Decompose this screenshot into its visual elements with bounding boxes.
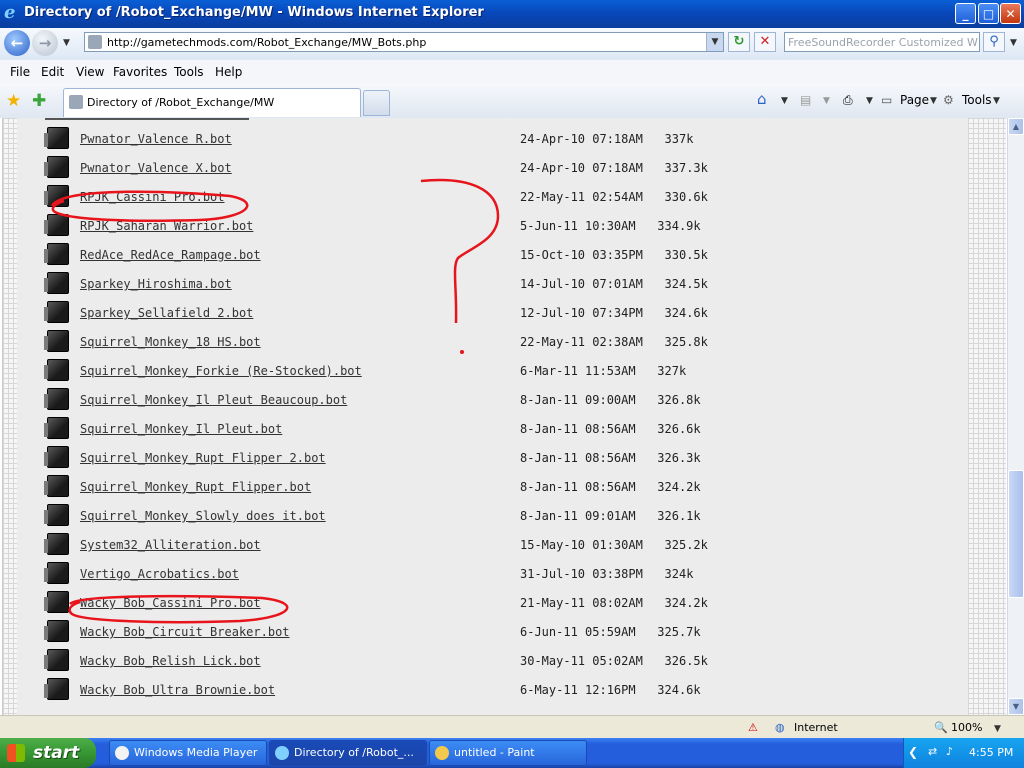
add-favorite-icon[interactable]: ✚ [32,91,46,111]
red-annotation-layer [50,178,500,624]
circle-annotation-wacky-bob [68,594,289,624]
print-dropdown-icon[interactable]: ▼ [866,96,873,106]
menu-bar: File Edit View Favorites Tools Help [0,60,1024,85]
page-icon-cmd: ▭ [881,93,893,107]
address-url: http://gametechmods.com/Robot_Exchange/M… [107,36,427,49]
gear-icon: ⚙ [943,93,954,107]
tab-bar: ★ ✚ Directory of /Robot_Exchange/MW ⌂ ▼ … [0,84,1024,119]
address-input[interactable]: http://gametechmods.com/Robot_Exchange/M… [84,32,724,52]
home-icon[interactable]: ⌂ [757,90,767,108]
zoom-icon: 🔍 [934,721,948,734]
taskbar-item-label: untitled - Paint [454,746,535,759]
window-title: Directory of /Robot_Exchange/MW - Window… [24,5,484,20]
security-icon: ⚠ [748,721,758,734]
menu-file[interactable]: File [10,65,30,79]
page-dropdown-icon[interactable]: ▼ [930,96,937,106]
tab-label: Directory of /Robot_Exchange/MW [87,96,275,109]
menu-tools[interactable]: Tools [174,65,204,79]
favorites-star-icon[interactable]: ★ [6,91,21,111]
feeds-dropdown-icon[interactable]: ▼ [823,96,830,106]
zone-label: Internet [794,721,838,734]
tools-dropdown-icon[interactable]: ▼ [993,96,1000,106]
paint-icon [435,746,449,760]
forward-button[interactable]: → [32,30,58,56]
vertical-scrollbar[interactable]: ▲ ▼ [1007,118,1024,715]
back-button[interactable]: ← [4,30,30,56]
address-dropdown-icon[interactable]: ▼ [706,33,723,51]
stop-button[interactable]: ✕ [754,32,776,52]
page-icon [88,35,102,49]
tray-expand-icon[interactable]: ❮ [908,745,918,759]
taskbar: start Windows Media Player Directory of … [0,738,1024,768]
minimize-button[interactable]: _ [955,3,976,24]
start-button[interactable]: start [0,738,96,768]
windows-flag-icon [7,744,25,762]
start-label: start [33,743,80,763]
system-tray: ❮ ⇄ ♪ 4:55 PM [903,738,1024,768]
globe-icon: ◍ [775,721,785,734]
taskbar-item-media-player[interactable]: Windows Media Player [109,740,267,766]
circle-annotation-rpjk [50,190,249,222]
tab-page-icon [69,95,83,109]
maximize-button[interactable]: □ [978,3,999,24]
search-options-icon[interactable]: ▼ [1010,38,1017,48]
history-dropdown-icon[interactable]: ▼ [63,38,70,48]
print-icon[interactable]: ⎙ [843,93,853,108]
new-tab-button[interactable] [363,90,390,116]
media-player-icon [115,746,129,760]
status-bar: ⚠ ◍ Internet 🔍 100% ▼ [0,715,1024,739]
scroll-down-icon[interactable]: ▼ [1008,698,1024,715]
page-menu[interactable]: Page [900,93,929,107]
taskbar-item-paint[interactable]: untitled - Paint [429,740,587,766]
address-toolbar: ← → ▼ http://gametechmods.com/Robot_Exch… [0,28,1024,61]
network-icon[interactable]: ⇄ [928,745,937,758]
question-mark-dot [460,350,464,354]
menu-help[interactable]: Help [215,65,242,79]
feeds-icon[interactable]: ▤ [800,93,811,107]
search-input[interactable]: FreeSoundRecorder Customized Web S [784,32,980,52]
taskbar-item-label: Directory of /Robot_... [294,746,414,759]
scroll-thumb[interactable] [1008,470,1024,598]
menu-view[interactable]: View [76,65,104,79]
search-placeholder: FreeSoundRecorder Customized Web S [788,36,978,49]
ie-logo-icon: e [4,2,16,23]
refresh-button[interactable]: ↻ [728,32,750,52]
page-content: Pwnator_Valence R.bot 24-Apr-10 07:18AM 3… [0,118,1007,715]
window-titlebar[interactable]: e Directory of /Robot_Exchange/MW - Wind… [0,0,1024,28]
clock[interactable]: 4:55 PM [969,746,1013,759]
question-mark-annotation [420,178,500,324]
tools-menu[interactable]: Tools [962,93,992,107]
tab-directory[interactable]: Directory of /Robot_Exchange/MW [63,88,361,117]
menu-edit[interactable]: Edit [41,65,64,79]
volume-icon[interactable]: ♪ [946,745,953,758]
search-icon[interactable]: ⚲ [983,32,1005,52]
ie-icon [275,746,289,760]
taskbar-item-label: Windows Media Player [134,746,258,759]
zoom-level[interactable]: 100% [951,721,982,734]
close-button[interactable]: ✕ [1000,3,1021,24]
home-dropdown-icon[interactable]: ▼ [781,96,788,106]
zoom-dropdown-icon[interactable]: ▼ [994,724,1001,734]
scroll-up-icon[interactable]: ▲ [1008,118,1024,135]
taskbar-item-ie[interactable]: Directory of /Robot_... [269,740,427,766]
menu-favorites[interactable]: Favorites [113,65,167,79]
